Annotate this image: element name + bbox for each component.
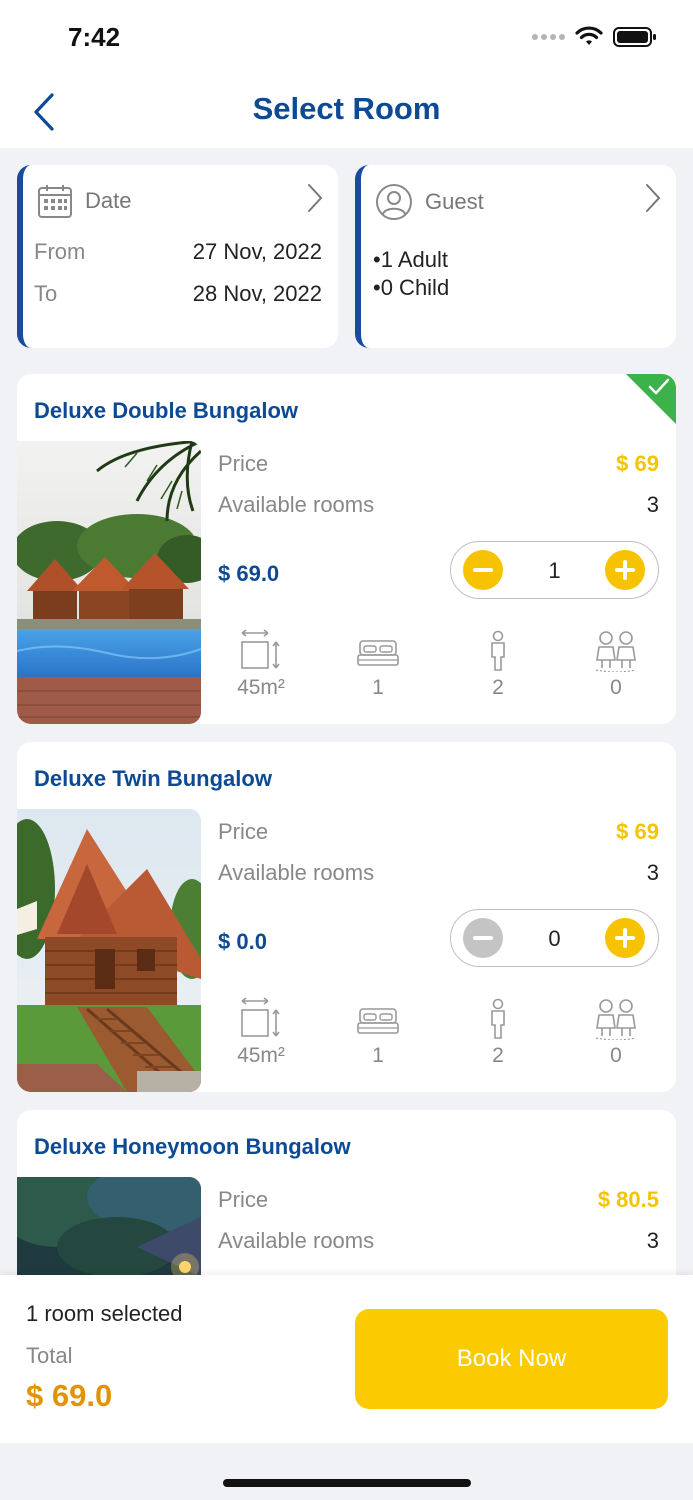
status-time: 7:42: [68, 22, 121, 52]
children-icon: [595, 999, 637, 1040]
chevron-right-icon: [646, 184, 661, 212]
bed-count-value: 1: [372, 676, 384, 699]
quantity-stepper: 1: [450, 541, 659, 599]
room-price: $ 80.5: [597, 1187, 659, 1212]
room-photo[interactable]: [17, 441, 201, 724]
date-card-header: Date: [37, 183, 131, 219]
guest-card-label: Guest: [425, 189, 484, 214]
room-name: Deluxe Twin Bungalow: [34, 766, 272, 791]
calendar-icon: [38, 185, 72, 218]
children-icon: [595, 631, 637, 672]
available-rooms-count: 3: [646, 860, 659, 885]
from-label: From: [34, 239, 86, 264]
from-date: 27 Nov, 2022: [192, 239, 322, 264]
chevron-right-icon: [308, 184, 323, 212]
bed-count-value: 1: [372, 1044, 384, 1067]
page-title: Select Room: [252, 91, 441, 126]
available-rooms-count: 3: [646, 1228, 659, 1253]
room-subtotal: $ 0.0: [218, 929, 267, 954]
price-label: Price: [218, 1187, 269, 1212]
room-subtotal: $ 69.0: [218, 561, 280, 586]
room-photo[interactable]: [17, 809, 201, 1092]
battery-icon: [613, 27, 656, 47]
room-card[interactable]: Deluxe Double Bungalow Price $ 69 Availa…: [17, 374, 676, 724]
plus-icon: [615, 928, 635, 948]
room-price: $ 69: [616, 819, 659, 844]
increase-button[interactable]: [605, 918, 645, 958]
room-name: Deluxe Double Bungalow: [34, 398, 299, 423]
status-icons: [532, 26, 657, 48]
child-capacity-value: 0: [610, 676, 622, 699]
minus-icon: [473, 936, 493, 940]
bed-count: 1: [338, 992, 418, 1068]
increase-button[interactable]: [605, 550, 645, 590]
bed-icon: [357, 640, 399, 666]
child-count: •0 Child: [373, 275, 450, 300]
adult-icon: [491, 998, 505, 1039]
plus-icon: [615, 560, 635, 580]
room-size-value: 45m²: [237, 676, 285, 699]
child-capacity: 0: [576, 624, 656, 700]
adult-icon: [491, 630, 505, 671]
to-label: To: [34, 281, 58, 306]
date-card[interactable]: Date From 27 Nov, 2022 To 28 Nov, 2022: [17, 165, 338, 348]
quantity-value: 1: [548, 558, 561, 583]
bed-count: 1: [338, 624, 418, 700]
guest-card-header: Guest: [375, 183, 484, 221]
adult-capacity-value: 2: [492, 1044, 504, 1067]
quantity-value: 0: [548, 926, 561, 951]
available-rooms-label: Available rooms: [218, 860, 375, 885]
adult-count: •1 Adult: [373, 247, 448, 272]
adult-capacity-value: 2: [492, 676, 504, 699]
price-label: Price: [218, 451, 269, 476]
navigation-bar: Select Room: [0, 75, 693, 148]
room-size: 45m²: [221, 624, 301, 700]
minus-icon: [473, 568, 493, 572]
wifi-icon: [575, 26, 603, 45]
booking-summary-bar: 1 room selected Total $ 69.0 Book Now: [0, 1275, 693, 1443]
to-date: 28 Nov, 2022: [192, 281, 322, 306]
book-now-button[interactable]: Book Now: [355, 1309, 668, 1409]
room-size-value: 45m²: [237, 1044, 285, 1067]
room-card[interactable]: Deluxe Twin Bungalow Price $ 69 Availabl…: [17, 742, 676, 1092]
bed-icon: [357, 1008, 399, 1034]
room-name: Deluxe Honeymoon Bungalow: [34, 1134, 351, 1159]
available-rooms-count: 3: [646, 492, 659, 517]
quantity-stepper: 0: [450, 909, 659, 967]
room-size: 45m²: [221, 992, 301, 1068]
room-size-icon: [241, 997, 280, 1037]
decrease-button[interactable]: [463, 550, 503, 590]
available-rooms-label: Available rooms: [218, 492, 375, 517]
total-label: Total: [26, 1343, 73, 1368]
cellular-signal-icon: [532, 34, 565, 40]
adult-capacity: 2: [458, 992, 538, 1068]
rooms-selected-text: 1 room selected: [26, 1301, 183, 1326]
home-indicator-area: [0, 1443, 693, 1500]
decrease-button[interactable]: [463, 918, 503, 958]
total-value: $ 69.0: [26, 1378, 113, 1413]
room-size-icon: [241, 629, 280, 669]
user-icon: [376, 184, 412, 220]
price-label: Price: [218, 819, 269, 844]
child-capacity: 0: [576, 992, 656, 1068]
status-bar: 7:42: [0, 0, 693, 75]
selected-check-icon: [626, 374, 676, 424]
adult-capacity: 2: [458, 624, 538, 700]
child-capacity-value: 0: [610, 1044, 622, 1067]
room-price: $ 69: [616, 451, 659, 476]
guest-card[interactable]: Guest •1 Adult •0 Child: [355, 165, 676, 348]
available-rooms-label: Available rooms: [218, 1228, 375, 1253]
date-card-label: Date: [85, 188, 132, 213]
home-indicator[interactable]: [223, 1479, 471, 1487]
